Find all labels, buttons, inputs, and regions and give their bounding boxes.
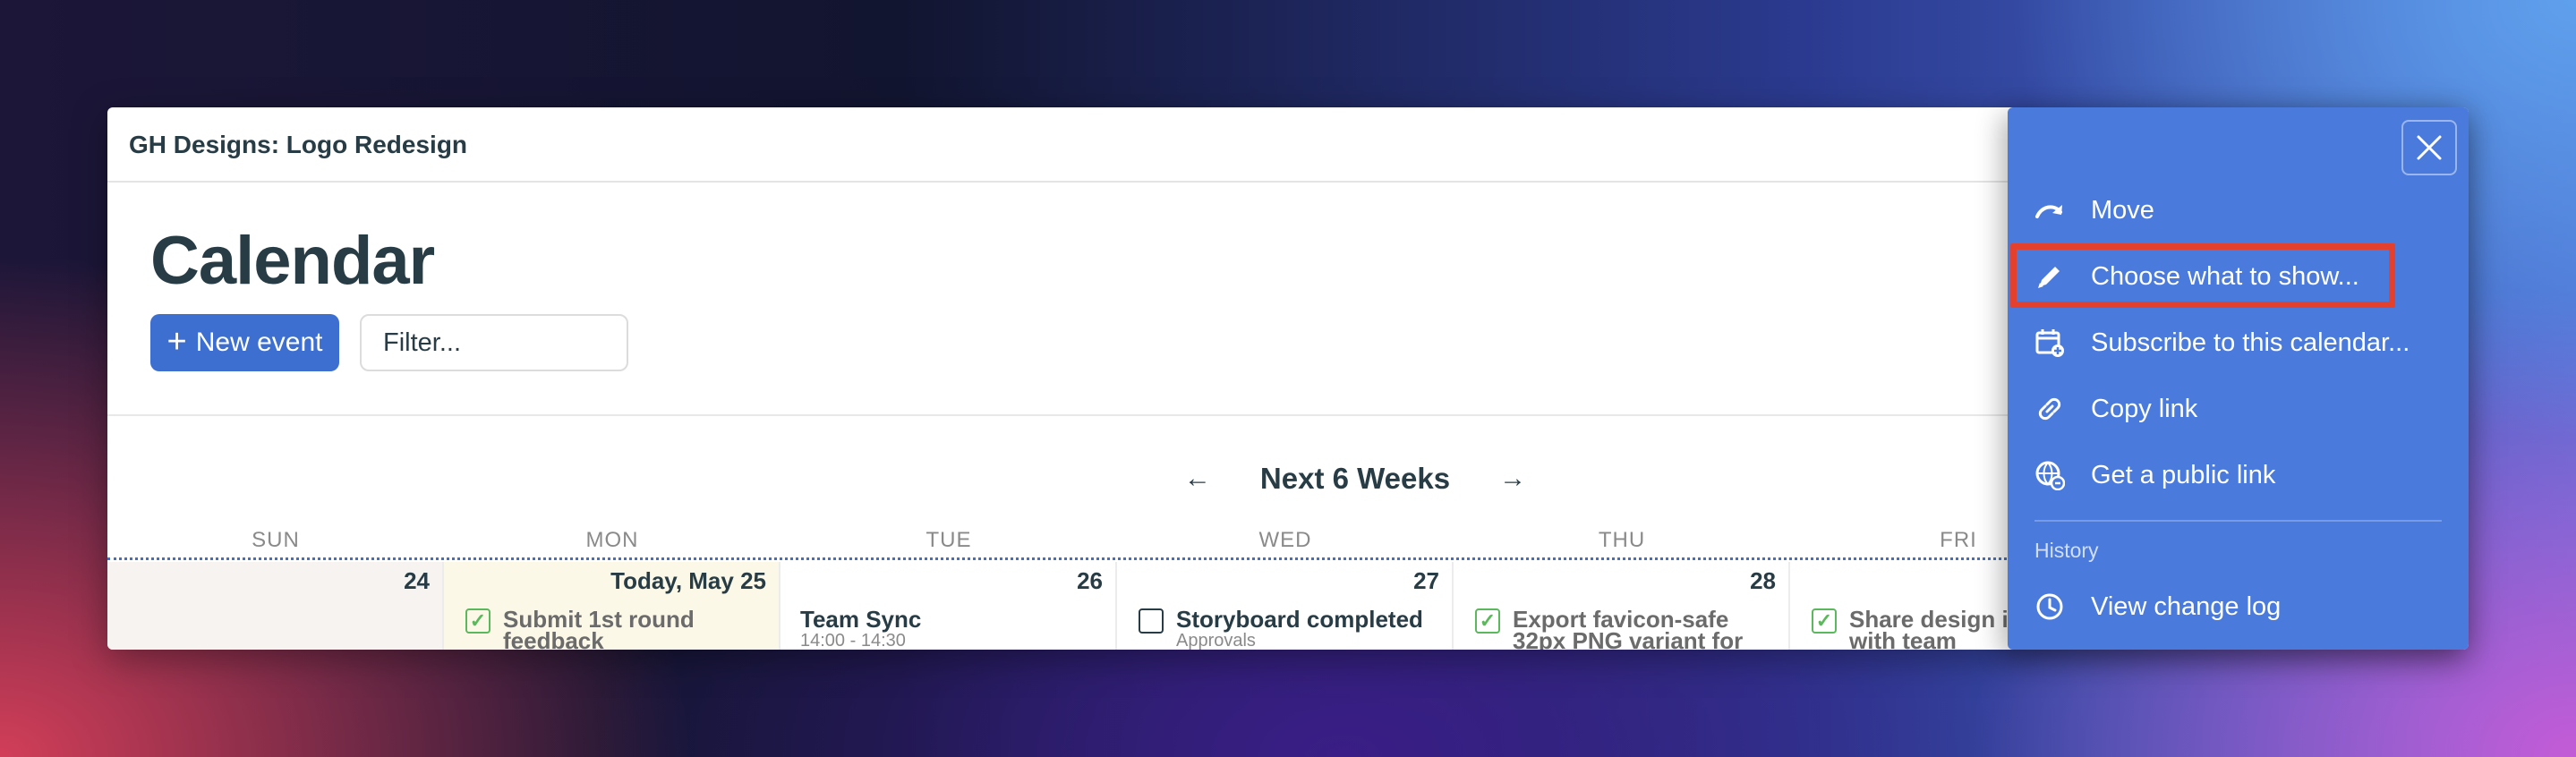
redo-arrow-icon: [2035, 205, 2062, 218]
calendar-add-icon: [2035, 329, 2064, 357]
menu-item-label: Move: [2091, 196, 2154, 225]
day-cell-sun[interactable]: 24: [107, 562, 444, 650]
highlight-box: [2010, 243, 2395, 308]
day-number: Today, May 25: [610, 567, 766, 594]
history-heading: History: [2034, 539, 2099, 562]
weekday-sun: SUN: [252, 528, 300, 552]
next-range-arrow-icon[interactable]: →: [1495, 464, 1531, 494]
calendar-event[interactable]: ✓ Submit 1st round feedback: [465, 608, 770, 650]
day-number: 27: [1413, 567, 1439, 594]
menu-item-label: Subscribe to this calendar...: [2091, 328, 2410, 357]
globe-link-icon: [2035, 461, 2065, 490]
menu-item-subscribe[interactable]: Subscribe to this calendar...: [2008, 310, 2469, 374]
menu-item-label: View change log: [2091, 592, 2282, 621]
weekday-wed: WED: [1258, 528, 1312, 552]
window-title: GH Designs: Logo Redesign: [129, 131, 468, 158]
calendar-event[interactable]: Team Sync 14:00 - 14:30: [800, 608, 1106, 650]
event-title: Export favicon-safe 32px PNG variant for: [1513, 606, 1744, 650]
calendar-event[interactable]: Storyboard completed Approvals: [1139, 608, 1443, 650]
day-cell-tue[interactable]: 26 Team Sync 14:00 - 14:30: [780, 562, 1117, 650]
close-menu-button[interactable]: [2401, 120, 2457, 175]
plus-icon: +: [166, 322, 187, 361]
clock-icon: [2036, 593, 2063, 620]
checkmark-icon[interactable]: ✓: [1475, 608, 1500, 634]
close-icon: [2417, 135, 2442, 160]
checkmark-icon[interactable]: ✓: [465, 608, 490, 634]
menu-item-view-change-log[interactable]: View change log: [2008, 574, 2469, 638]
day-number: 26: [1077, 567, 1103, 594]
event-subtitle: Approvals: [1176, 631, 1256, 650]
event-title: Storyboard completed: [1176, 606, 1423, 633]
page-title: Calendar: [150, 223, 435, 299]
weekday-mon: MON: [585, 528, 639, 552]
menu-item-label: Get a public link: [2091, 461, 2276, 489]
prev-range-arrow-icon[interactable]: ←: [1180, 464, 1215, 494]
filter-input[interactable]: [360, 314, 628, 371]
day-cell-wed[interactable]: 27 Storyboard completed Approvals: [1117, 562, 1454, 650]
event-time: 14:00 - 14:30: [800, 631, 906, 650]
menu-item-copy-link[interactable]: Copy link: [2008, 376, 2469, 440]
weekday-thu: THU: [1598, 528, 1646, 552]
day-number: 24: [404, 567, 430, 594]
range-label[interactable]: Next 6 Weeks: [1260, 462, 1450, 496]
weekday-tue: TUE: [925, 528, 972, 552]
new-event-button[interactable]: + New event: [150, 314, 339, 371]
event-title: Team Sync: [800, 606, 922, 633]
day-cell-mon-today[interactable]: Today, May 25 ✓ Submit 1st round feedback: [444, 562, 780, 650]
calendar-options-menu: Move Choose what to show... Subscribe to…: [2008, 107, 2469, 650]
day-number: 28: [1750, 567, 1776, 594]
checkmark-icon[interactable]: ✓: [1812, 608, 1837, 634]
menu-item-move[interactable]: Move: [2008, 177, 2469, 242]
menu-divider: [2034, 520, 2442, 522]
event-title: Share design ir with team: [1849, 606, 2017, 650]
menu-item-public-link[interactable]: Get a public link: [2008, 442, 2469, 506]
link-icon: [2038, 397, 2061, 421]
calendar-event[interactable]: ✓ Export favicon-safe 32px PNG variant fo…: [1475, 608, 1779, 650]
day-cell-thu[interactable]: 28 ✓ Export favicon-safe 32px PNG variant…: [1454, 562, 1790, 650]
event-title: Submit 1st round feedback: [503, 606, 695, 650]
menu-item-label: Copy link: [2091, 395, 2198, 423]
new-event-label: New event: [195, 327, 323, 357]
calendar-range-nav: ← Next 6 Weeks →: [1113, 447, 1597, 510]
checkbox-icon[interactable]: [1139, 608, 1164, 634]
